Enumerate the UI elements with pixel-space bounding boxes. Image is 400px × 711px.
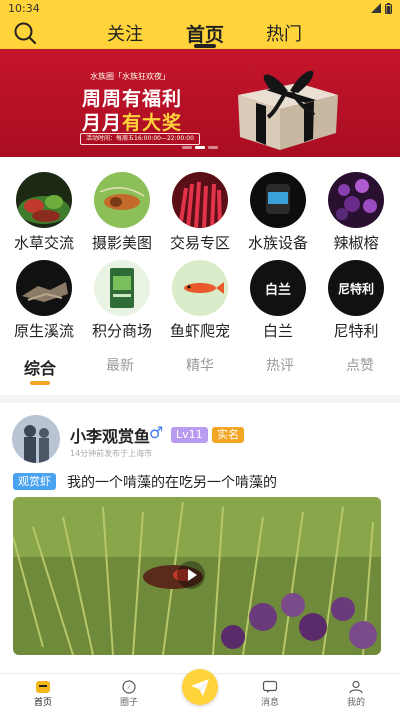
pager-dot [182,146,192,149]
category-label: 水族设备 [247,234,308,252]
post-meta: 14分钟前发布于上海市 [70,449,153,458]
level-badge: Lv11 [171,427,208,443]
top-header: 关注 首页 热门 [0,16,400,49]
category-label: 白兰 [262,322,293,340]
equipment-icon [250,172,306,228]
username[interactable]: 小李观赏鱼 [70,423,150,447]
home-icon [36,681,50,693]
banner-title-line1: 周周有福利 [82,88,183,110]
category-label: 辣椒榕 [333,234,379,252]
category-equipment[interactable]: 水族设备 [238,172,318,253]
feed-tab-hot-comments[interactable]: 热评 [266,355,294,375]
status-time: 10:34 [8,1,40,15]
battery-icon [385,2,392,14]
nav-messages[interactable]: 消息 [240,680,300,708]
nitelie-brand-icon: 尼特利 [328,260,384,316]
gift-box-icon [238,70,338,150]
category-fish-shrimp[interactable]: 鱼虾爬宠 [160,260,240,341]
nav-label: 圈子 [119,698,138,708]
avatar[interactable] [12,415,60,463]
nav-label: 首页 [33,698,52,708]
category-bucephalandra[interactable]: 辣椒榕 [316,172,396,253]
user-icon [349,680,363,694]
nav-profile[interactable]: 我的 [326,680,386,708]
feed-tab-comprehensive[interactable]: 综合 [24,355,56,379]
post-video[interactable] [13,497,381,655]
category-label: 尼特利 [333,322,379,340]
paper-plane-icon [191,679,209,696]
banner-title-line2-b: 有大奖 [122,112,183,134]
feed-tab-latest[interactable]: 最新 [106,355,134,375]
status-icons [371,2,392,14]
play-icon[interactable] [177,561,205,589]
aquatic-plants-icon [16,172,72,228]
compass-icon [122,680,136,694]
feed-tab-indicator [30,381,50,385]
search-icon[interactable] [12,20,38,46]
category-aquatic-plants[interactable]: 水草交流 [4,172,84,253]
category-bailan[interactable]: 白兰 白兰 [238,260,318,341]
category-nitelie[interactable]: 尼特利 尼特利 [316,260,396,341]
nitelie-logo-text: 尼特利 [337,281,374,296]
verified-badge: 实名 [212,427,244,443]
banner-time: 活动时间：每周五16:00:00—22:00:00 [80,133,200,145]
bucephalandra-icon [328,172,384,228]
category-label: 交易专区 [169,234,230,252]
fish-shrimp-icon [172,260,228,316]
banner-title-line2-a: 月月 [82,112,123,134]
category-label: 原生溪流 [13,322,74,340]
signal-icon [371,3,381,13]
section-divider [0,395,400,403]
category-label: 水草交流 [13,234,74,252]
pager-dot [208,146,218,149]
category-points-mall[interactable]: 积分商场 [82,260,162,341]
category-label: 摄影美图 [91,234,152,252]
feed-tab-featured[interactable]: 精华 [186,355,214,375]
app-screen: 10:34 关注 首页 热门 水族圈「水族狂欢夜」 周周有福利 月月有大奖 活动… [0,0,400,711]
native-stream-icon [16,260,72,316]
active-tab-indicator [194,44,216,48]
category-native-stream[interactable]: 原生溪流 [4,260,84,341]
nav-label: 消息 [260,698,279,708]
post-tag[interactable]: 观赏虾 [13,473,56,490]
new-post-button[interactable] [182,669,218,705]
bailan-brand-icon: 白兰 [250,260,306,316]
points-mall-icon [94,260,150,316]
bailan-logo-text: 白兰 [264,282,291,298]
pager-dot-active [195,146,205,149]
message-icon [262,680,278,693]
male-icon: ♂ [149,423,164,442]
category-label: 积分商场 [91,322,152,340]
photography-icon [94,172,150,228]
tab-hot[interactable]: 热门 [266,20,302,46]
category-photography[interactable]: 摄影美图 [82,172,162,253]
tab-home[interactable]: 首页 [186,20,224,47]
post-title[interactable]: 我的一个啃藻的在吃另一个啃藻的 [67,472,277,492]
trading-icon [172,172,228,228]
nav-circle[interactable]: 圈子 [99,680,159,708]
category-trading[interactable]: 交易专区 [160,172,240,253]
nav-label: 我的 [346,698,365,708]
tab-follow[interactable]: 关注 [107,20,143,46]
banner-pager [182,146,218,149]
nav-home[interactable]: 首页 [13,680,73,708]
status-bar: 10:34 [0,0,400,16]
banner-title-line2: 月月有大奖 [82,108,182,135]
banner-subtitle: 水族圈「水族狂欢夜」 [90,72,170,81]
category-label: 鱼虾爬宠 [169,322,230,340]
promo-banner[interactable]: 水族圈「水族狂欢夜」 周周有福利 月月有大奖 活动时间：每周五16:00:00—… [0,49,400,157]
feed-tab-likes[interactable]: 点赞 [346,355,374,375]
